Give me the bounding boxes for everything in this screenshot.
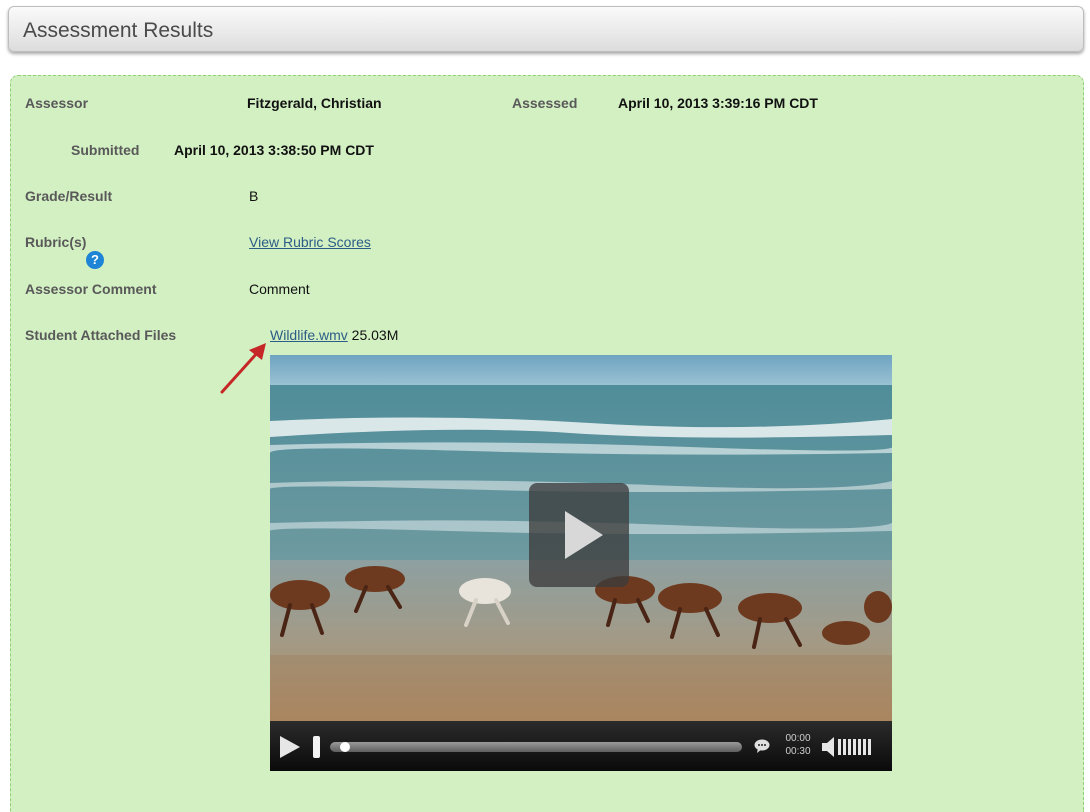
page-header: Assessment Results: [8, 6, 1084, 52]
annotation-arrow-icon: [220, 343, 266, 394]
comment-value: Comment: [249, 281, 310, 297]
assessed-label: Assessed: [512, 95, 578, 111]
play-icon: [565, 511, 603, 559]
time-total: 00:30: [785, 746, 811, 757]
assessed-value: April 10, 2013 3:39:16 PM CDT: [618, 95, 818, 111]
attached-file-size: 25.03M: [351, 327, 399, 343]
play-button[interactable]: [280, 736, 300, 758]
page-title: Assessment Results: [23, 19, 214, 42]
video-player[interactable]: 00:00 00:30: [270, 355, 892, 771]
attached-file-link[interactable]: Wildlife.wmv: [270, 327, 348, 343]
grade-label: Grade/Result: [25, 188, 113, 204]
help-icon[interactable]: ?: [86, 251, 104, 269]
captions-icon[interactable]: [754, 739, 770, 753]
volume-icon[interactable]: [822, 736, 882, 758]
attached-file: Wildlife.wmv 25.03M: [270, 327, 398, 343]
time-display: 00:00 00:30: [781, 732, 815, 758]
big-play-button[interactable]: [529, 483, 629, 587]
submitted-value: April 10, 2013 3:38:50 PM CDT: [174, 142, 374, 158]
assessor-label: Assessor: [25, 95, 89, 111]
grade-value: B: [249, 188, 259, 204]
comment-label: Assessor Comment: [25, 281, 157, 297]
submitted-label: Submitted: [71, 142, 140, 158]
video-controls: 00:00 00:30: [270, 721, 892, 771]
seek-thumb[interactable]: [340, 742, 350, 752]
seek-bar[interactable]: [330, 742, 742, 752]
time-current: 00:00: [785, 733, 811, 744]
rubric-label: Rubric(s): [25, 234, 87, 250]
playhead-handle[interactable]: [313, 736, 320, 758]
assessor-value: Fitzgerald, Christian: [247, 95, 382, 111]
view-rubric-scores-link[interactable]: View Rubric Scores: [249, 234, 371, 250]
attached-files-label: Student Attached Files: [25, 327, 177, 343]
